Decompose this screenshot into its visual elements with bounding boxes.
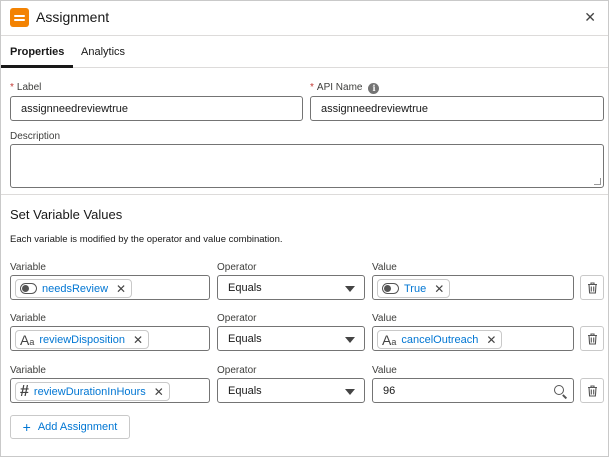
description-field-label: Description [10,131,61,142]
tab-analytics[interactable]: Analytics [81,46,125,58]
trash-icon [588,282,597,294]
variable-combobox[interactable]: Aa reviewDisposition ✕ [10,326,210,351]
panel-title: Assignment [36,9,110,25]
remove-pill-icon[interactable]: ✕ [133,333,143,347]
remove-pill-icon[interactable]: ✕ [154,385,164,399]
description-textarea[interactable] [10,144,604,188]
operator-select[interactable]: Equals [217,378,365,403]
value-pill: Aa cancelOutreach ✕ [377,330,503,349]
chevron-down-icon [345,286,355,292]
label-field-label: * Label [10,82,42,93]
variable-label: Variable [10,365,46,376]
trash-icon [588,333,597,345]
variable-pill: Aa reviewDisposition ✕ [15,330,150,349]
section-title: Set Variable Values [10,207,123,222]
operator-label: Operator [217,262,257,273]
delete-row-button[interactable] [580,326,604,351]
assignment-icon [10,8,29,27]
api-name-input[interactable]: assignneedreviewtrue [310,96,604,121]
api-name-field-label: * API Name i [310,82,380,94]
remove-pill-icon[interactable]: ✕ [486,333,496,347]
operator-select[interactable]: Equals [217,326,365,351]
search-icon [554,385,564,395]
value-pill: True ✕ [377,279,451,298]
toggle-icon [20,283,37,294]
remove-pill-icon[interactable]: ✕ [434,282,444,296]
label-input[interactable]: assignneedreviewtrue [10,96,303,121]
delete-row-button[interactable] [580,378,604,403]
assignment-panel: Assignment ✕ Properties Analytics * Label… [0,0,609,457]
plus-icon: + [22,419,31,435]
chevron-down-icon [345,337,355,343]
delete-row-button[interactable] [580,275,604,300]
operator-label: Operator [217,365,257,376]
add-assignment-button[interactable]: + Add Assignment [10,415,130,439]
panel-header: Assignment ✕ [1,1,608,35]
chevron-down-icon [345,389,355,395]
variable-label: Variable [10,262,46,273]
variable-combobox[interactable]: needsReview ✕ [10,275,210,300]
value-label: Value [372,262,397,273]
value-label: Value [372,365,397,376]
close-icon[interactable]: ✕ [584,9,596,26]
tab-properties[interactable]: Properties [10,46,64,58]
value-label: Value [372,313,397,324]
active-tab-indicator [1,65,73,68]
text-type-icon: Aa [20,331,35,348]
text-type-icon: Aa [382,331,397,348]
operator-select[interactable]: Equals [217,275,365,300]
variable-combobox[interactable]: # reviewDurationInHours ✕ [10,378,210,403]
resize-handle-icon[interactable] [594,178,601,185]
section-description: Each variable is modified by the operato… [10,234,283,245]
info-icon[interactable]: i [368,83,380,94]
number-hash-icon: # [20,382,29,400]
value-combobox[interactable]: True ✕ [372,275,574,300]
toggle-icon [382,283,399,294]
value-combobox[interactable]: Aa cancelOutreach ✕ [372,326,574,351]
tab-bar: Properties Analytics [1,35,608,68]
value-input[interactable]: 96 [372,378,574,403]
operator-label: Operator [217,313,257,324]
trash-icon [588,385,597,397]
variable-pill: needsReview ✕ [15,279,133,298]
variable-label: Variable [10,313,46,324]
section-divider [1,194,608,195]
remove-pill-icon[interactable]: ✕ [116,282,126,296]
variable-pill: # reviewDurationInHours ✕ [15,382,170,401]
